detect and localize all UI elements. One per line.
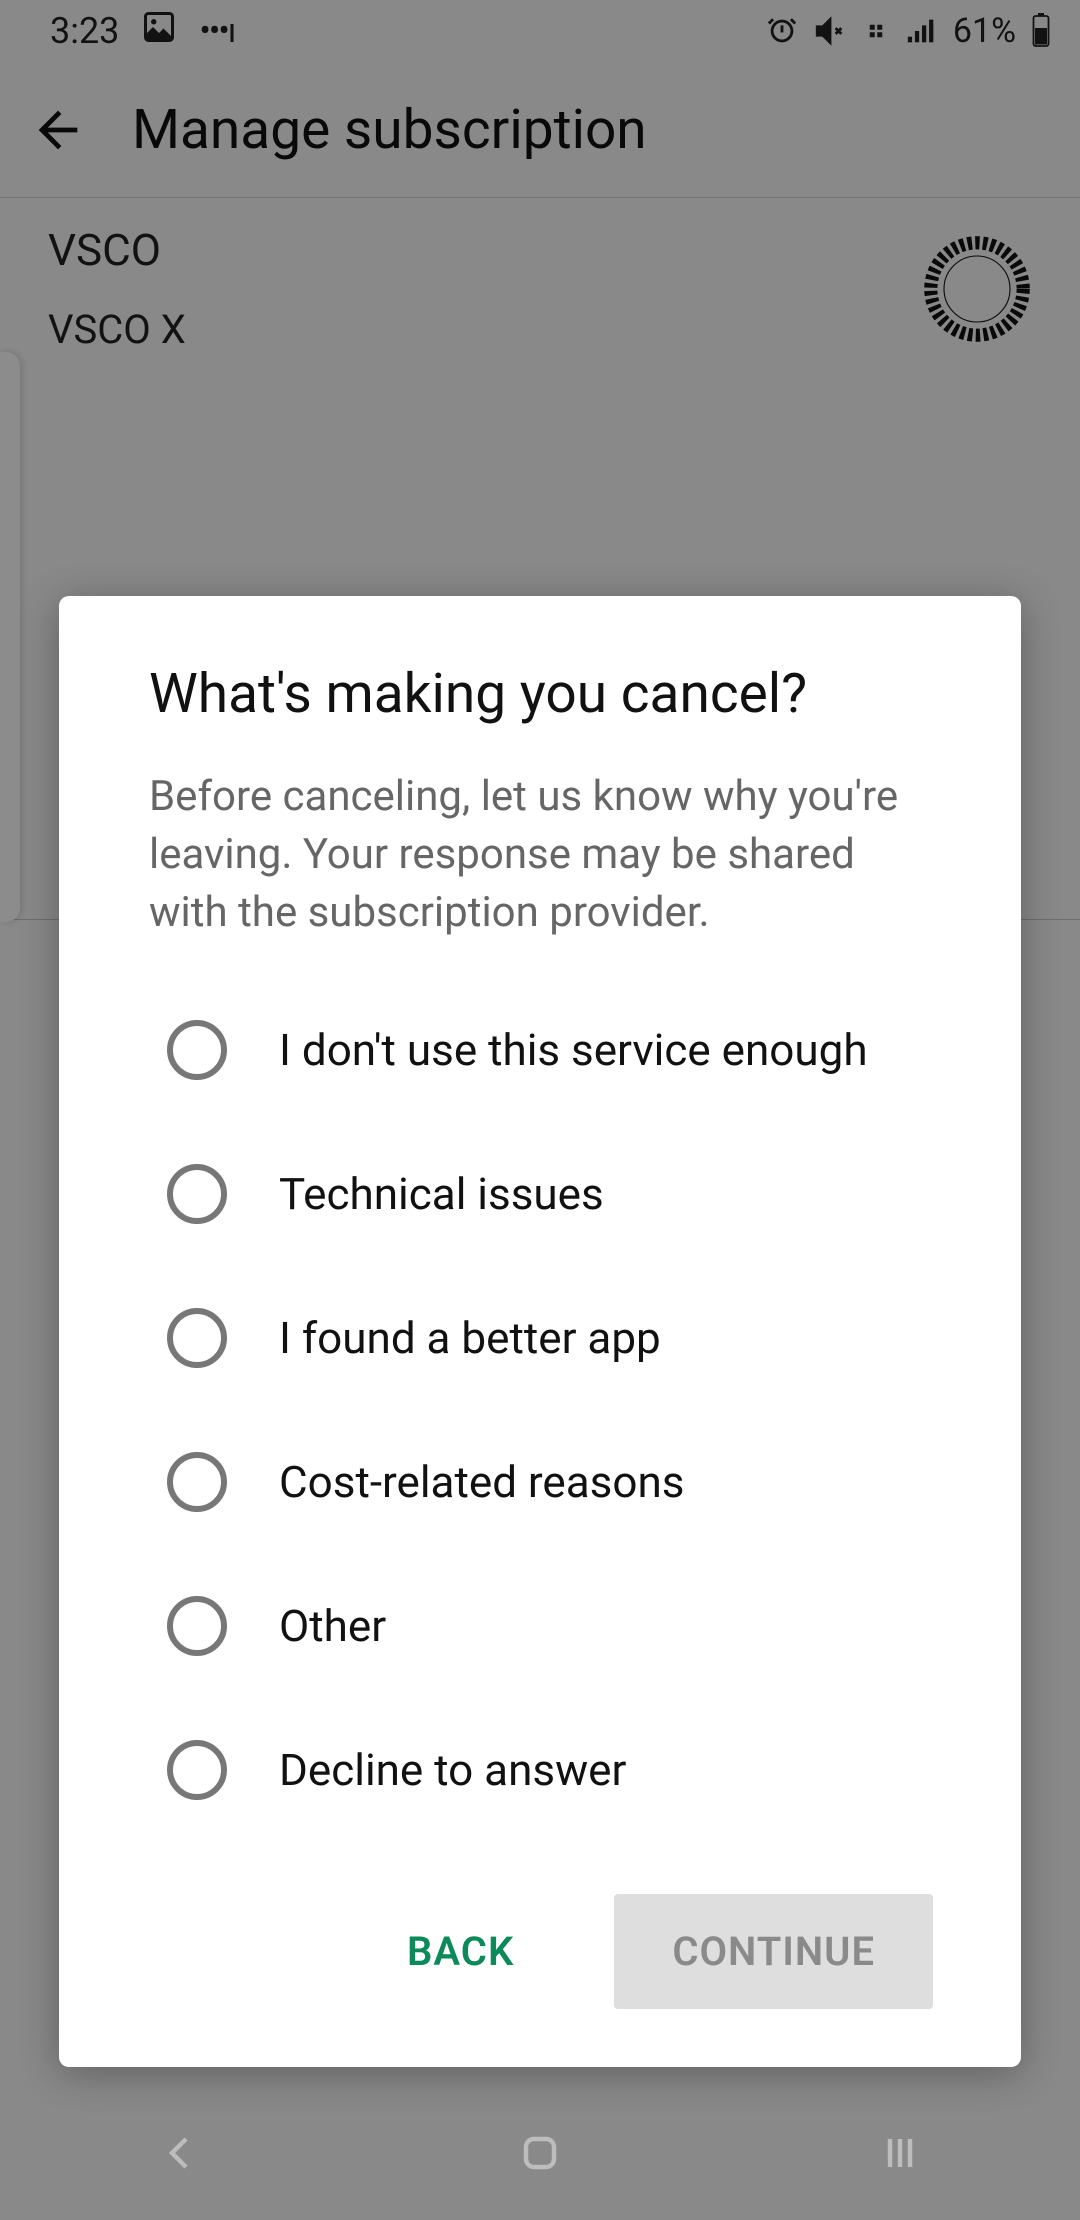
option-label: I found a better app [279, 1312, 661, 1364]
dialog-title: What's making you cancel? [59, 662, 1021, 726]
radio-icon [167, 1308, 227, 1368]
continue-button[interactable]: CONTINUE [614, 1894, 933, 2009]
back-button[interactable]: BACK [373, 1900, 548, 2003]
nav-home-icon[interactable] [516, 2129, 564, 2181]
radio-icon [167, 1452, 227, 1512]
dialog-body: Before canceling, let us know why you're… [59, 726, 1021, 978]
option-cost-reasons[interactable]: Cost-related reasons [59, 1410, 1021, 1554]
radio-icon [167, 1164, 227, 1224]
option-label: Other [279, 1600, 386, 1652]
dialog-options: I don't use this service enough Technica… [59, 978, 1021, 1842]
nav-back-icon[interactable] [156, 2129, 204, 2181]
radio-icon [167, 1740, 227, 1800]
option-other[interactable]: Other [59, 1554, 1021, 1698]
option-label: I don't use this service enough [279, 1024, 868, 1076]
option-label: Cost-related reasons [279, 1456, 685, 1508]
option-not-using-enough[interactable]: I don't use this service enough [59, 978, 1021, 1122]
radio-icon [167, 1020, 227, 1080]
option-label: Technical issues [279, 1168, 604, 1220]
cancel-reason-dialog: What's making you cancel? Before canceli… [59, 596, 1021, 2067]
dialog-buttons: BACK CONTINUE [59, 1842, 1021, 2033]
nav-recent-icon[interactable] [876, 2129, 924, 2181]
nav-bar [0, 2090, 1080, 2220]
option-label: Decline to answer [279, 1744, 626, 1796]
radio-icon [167, 1596, 227, 1656]
option-decline[interactable]: Decline to answer [59, 1698, 1021, 1842]
option-better-app[interactable]: I found a better app [59, 1266, 1021, 1410]
option-technical-issues[interactable]: Technical issues [59, 1122, 1021, 1266]
